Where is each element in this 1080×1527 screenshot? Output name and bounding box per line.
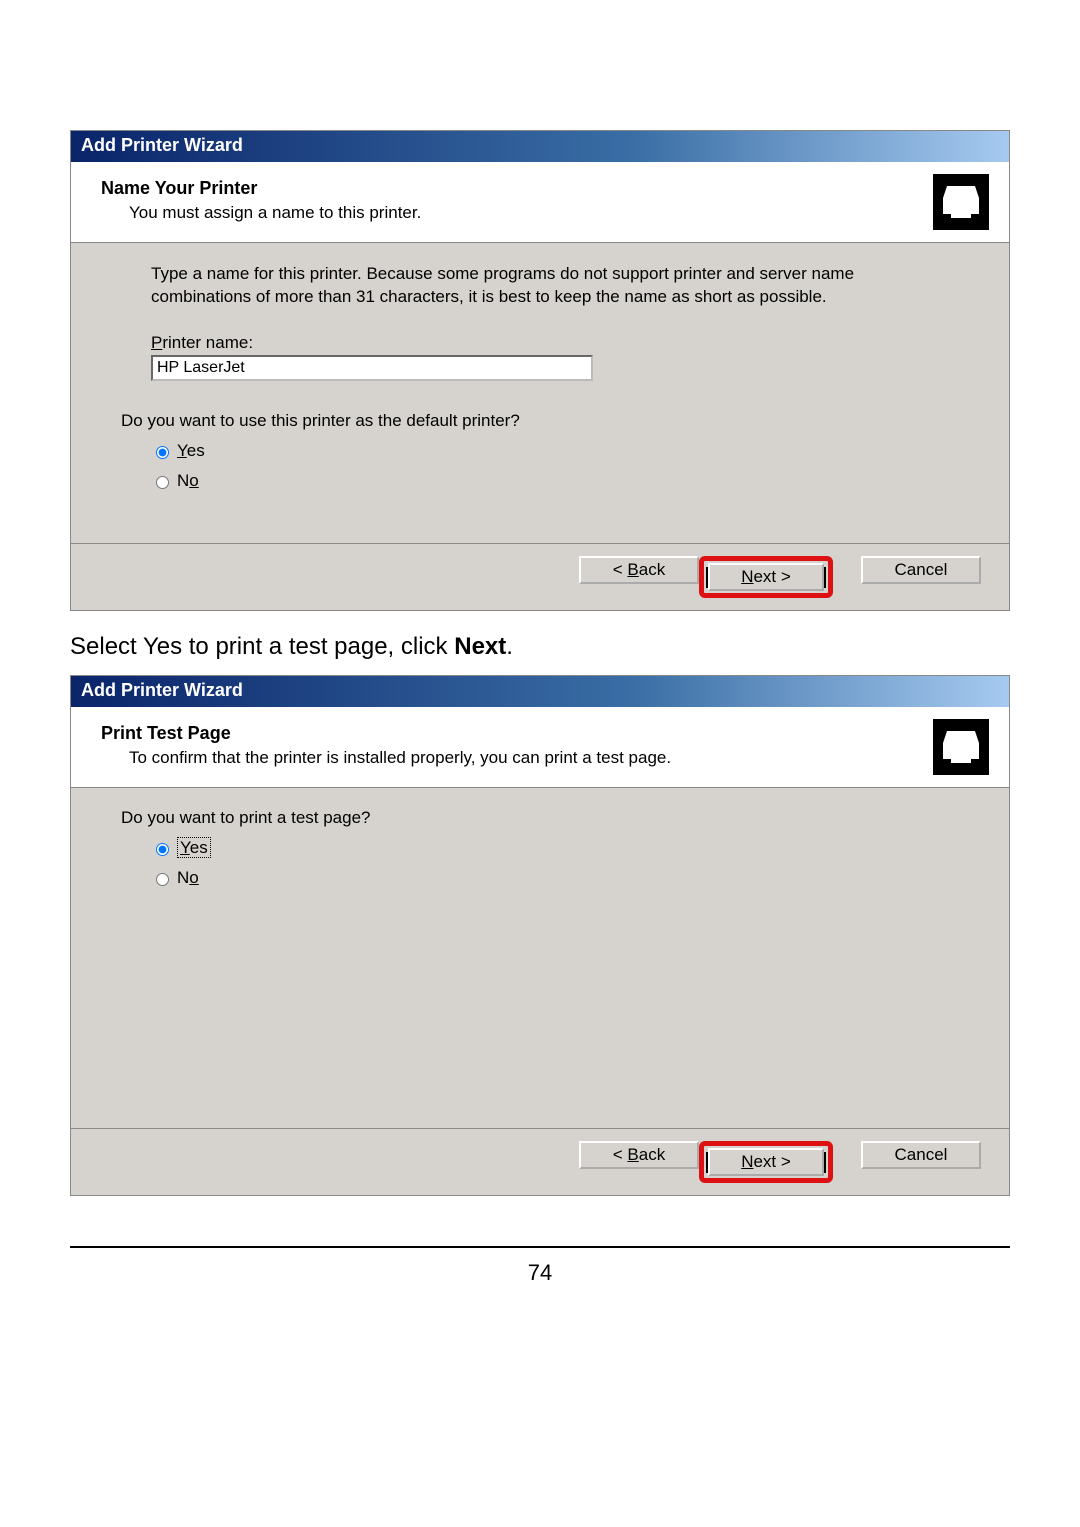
titlebar: Add Printer Wizard <box>71 131 1009 162</box>
radio-yes-row[interactable]: Yes <box>151 441 949 461</box>
radio-yes[interactable] <box>156 843 169 856</box>
button-bar: < Back Next > Cancel <box>71 543 1009 610</box>
header-subtitle: You must assign a name to this printer. <box>129 203 421 223</box>
printer-icon <box>933 174 989 230</box>
page-number: 74 <box>70 1260 1010 1286</box>
radio-no-label: No <box>177 471 199 491</box>
radio-no[interactable] <box>156 476 169 489</box>
radio-yes-label: Yes <box>177 838 211 858</box>
test-page-question: Do you want to print a test page? <box>121 808 949 828</box>
titlebar: Add Printer Wizard <box>71 676 1009 707</box>
footer-rule <box>70 1246 1010 1248</box>
cancel-button[interactable]: Cancel <box>861 1141 981 1169</box>
next-button[interactable]: Next > <box>708 1148 824 1176</box>
wizard-body: Type a name for this printer. Because so… <box>71 243 1009 543</box>
wizard-header: Name Your Printer You must assign a name… <box>71 162 1009 243</box>
back-button[interactable]: < Back <box>579 1141 699 1169</box>
printer-name-label: Printer name: <box>151 333 949 353</box>
instruction-text: Type a name for this printer. Because so… <box>151 263 949 309</box>
radio-no-row[interactable]: No <box>151 471 949 491</box>
radio-yes-label: Yes <box>177 441 205 461</box>
radio-no-row[interactable]: No <box>151 868 949 888</box>
wizard-print-test-page: Add Printer Wizard Print Test Page To co… <box>70 675 1010 1196</box>
wizard-name-your-printer: Add Printer Wizard Name Your Printer You… <box>70 130 1010 611</box>
printer-name-input[interactable] <box>151 355 593 381</box>
radio-no[interactable] <box>156 873 169 886</box>
default-printer-question: Do you want to use this printer as the d… <box>121 411 949 431</box>
radio-yes-row[interactable]: Yes <box>151 838 949 858</box>
next-button-highlight: Next > <box>699 1141 833 1183</box>
back-button[interactable]: < Back <box>579 556 699 584</box>
radio-yes[interactable] <box>156 446 169 459</box>
wizard-body: Do you want to print a test page? Yes No <box>71 788 1009 1128</box>
next-button-highlight: Next > <box>699 556 833 598</box>
next-button[interactable]: Next > <box>708 563 824 591</box>
cancel-button[interactable]: Cancel <box>861 556 981 584</box>
button-bar: < Back Next > Cancel <box>71 1128 1009 1195</box>
header-title: Name Your Printer <box>101 178 421 199</box>
printer-icon <box>933 719 989 775</box>
header-title: Print Test Page <box>101 723 671 744</box>
radio-no-label: No <box>177 868 199 888</box>
wizard-header: Print Test Page To confirm that the prin… <box>71 707 1009 788</box>
header-subtitle: To confirm that the printer is installed… <box>129 748 671 768</box>
instruction-caption: Select Yes to print a test page, click N… <box>70 633 1010 661</box>
